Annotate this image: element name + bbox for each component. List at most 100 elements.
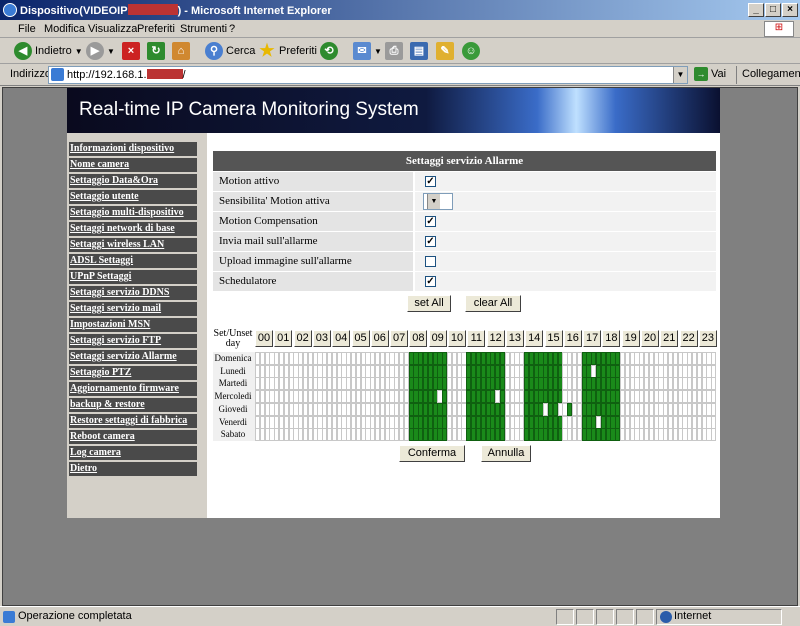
settings-row: Motion attivo ✓ <box>213 172 716 192</box>
hour-button[interactable]: 15 <box>544 330 563 347</box>
sensitivity-select[interactable]: 7▼ <box>423 193 453 210</box>
nav-item[interactable]: Log camera <box>69 446 197 460</box>
nav-item[interactable]: Settaggio Data&Ora <box>69 174 197 188</box>
nav-item[interactable]: Settaggi servizio Allarme <box>69 350 197 364</box>
hour-button[interactable]: 12 <box>486 330 505 347</box>
home-button[interactable]: ⌂ <box>172 41 190 61</box>
nav-item[interactable]: Impostazioni MSN <box>69 318 197 332</box>
hour-button[interactable]: 20 <box>641 330 659 347</box>
refresh-button[interactable]: ↻ <box>147 41 165 61</box>
hour-button[interactable]: 18 <box>602 330 621 347</box>
nav-item[interactable]: Settaggi wireless LAN <box>69 238 197 252</box>
settings-checkbox[interactable] <box>425 256 436 267</box>
nav-item[interactable]: Informazioni dispositivo <box>69 142 197 156</box>
day-label[interactable]: Venerdi <box>213 416 253 428</box>
maximize-button[interactable]: □ <box>765 3 781 17</box>
address-dropdown-icon[interactable]: ▼ <box>673 67 687 83</box>
mail-button[interactable]: ✉ ▼ <box>353 41 382 61</box>
schedule-cell[interactable] <box>711 390 717 404</box>
day-label[interactable]: Giovedi <box>213 403 253 415</box>
nav-item[interactable]: Nome camera <box>69 158 197 172</box>
forward-button[interactable]: ▶ ▼ <box>86 41 115 61</box>
history-button[interactable]: ⟲ <box>320 41 338 61</box>
nav-item[interactable]: UPnP Settaggi <box>69 270 197 284</box>
hour-button[interactable]: 16 <box>563 330 582 347</box>
day-label[interactable]: Lunedi <box>213 365 253 377</box>
hour-button[interactable]: 03 <box>312 330 331 347</box>
hour-button[interactable]: 13 <box>505 330 524 347</box>
hour-button[interactable]: 19 <box>621 330 640 347</box>
hour-button[interactable]: 02 <box>293 330 312 347</box>
hour-button[interactable]: 22 <box>679 330 698 347</box>
hour-button[interactable]: 08 <box>409 330 428 347</box>
nav-item[interactable]: Settaggio utente <box>69 190 197 204</box>
address-input[interactable]: http://192.168.1. / ▼ <box>48 66 688 84</box>
nav-item[interactable]: Settaggi servizio mail <box>69 302 197 316</box>
go-button[interactable]: → Vai <box>694 67 726 81</box>
hour-button[interactable]: 09 <box>428 330 447 347</box>
hour-button[interactable]: 14 <box>525 330 544 347</box>
messenger-icon: ☺ <box>462 42 480 60</box>
hour-button[interactable]: 06 <box>370 330 389 347</box>
hour-button[interactable]: 11 <box>467 330 486 347</box>
settings-checkbox[interactable]: ✓ <box>425 236 436 247</box>
nav-item[interactable]: Reboot camera <box>69 430 197 444</box>
menu-file[interactable]: File <box>18 23 36 35</box>
day-label[interactable]: Mercoledi <box>213 390 253 402</box>
schedule-cell[interactable] <box>711 402 717 416</box>
day-label[interactable]: Domenica <box>213 352 253 364</box>
hour-button[interactable]: 07 <box>390 330 409 347</box>
nav-item[interactable]: Settaggio multi-dispositivo <box>69 206 197 220</box>
hour-button[interactable]: 04 <box>332 330 351 347</box>
print-button[interactable]: ⎙ <box>385 41 403 61</box>
hour-button[interactable]: 10 <box>448 330 466 347</box>
nav-item[interactable]: ADSL Settaggi <box>69 254 197 268</box>
close-button[interactable]: × <box>782 3 798 17</box>
back-button[interactable]: ◀ Indietro ▼ <box>14 41 83 61</box>
edit-button[interactable]: ▤ <box>410 41 428 61</box>
favorites-button[interactable]: ★ Preferiti <box>258 41 317 61</box>
set-all-button[interactable]: set All <box>407 295 451 312</box>
hour-button[interactable]: 01 <box>274 330 293 347</box>
settings-checkbox[interactable]: ✓ <box>425 176 436 187</box>
nav-item[interactable]: Settaggi servizio DDNS <box>69 286 197 300</box>
menu-modifica[interactable]: Modifica <box>44 23 85 35</box>
search-button[interactable]: ⚲ Cerca <box>205 41 255 61</box>
menu-visualizza[interactable]: Visualizza <box>88 23 137 35</box>
menu-strumenti[interactable]: Strumenti <box>180 23 227 35</box>
nav-item[interactable]: Settaggi network di base <box>69 222 197 236</box>
nav-item[interactable]: Aggiornamento firmware <box>69 382 197 396</box>
minimize-button[interactable]: _ <box>748 3 764 17</box>
redacted-block <box>146 69 183 79</box>
schedule-cell[interactable] <box>711 364 717 378</box>
messenger-button[interactable]: ☺ <box>462 41 480 61</box>
nav-item[interactable]: Restore settaggi di fabbrica <box>69 414 197 428</box>
hour-button[interactable]: 17 <box>583 330 602 347</box>
schedule-cell[interactable] <box>711 415 717 429</box>
hour-button[interactable]: 21 <box>660 330 679 347</box>
clear-all-button[interactable]: clear All <box>465 295 521 312</box>
cancel-button[interactable]: Annulla <box>481 445 531 462</box>
hour-button[interactable]: 23 <box>698 330 717 347</box>
menu-preferiti[interactable]: Preferiti <box>137 23 175 35</box>
menu-help[interactable]: ? <box>229 23 235 35</box>
nav-item[interactable]: backup & restore <box>69 398 197 412</box>
day-label[interactable]: Sabato <box>213 428 253 440</box>
go-arrow-icon: → <box>694 67 708 81</box>
schedule-header: Set/Unset day 00 01 02 03 04 05 06 07 08 09 10 11 12 1… <box>213 328 717 350</box>
day-label[interactable]: Martedi <box>213 377 253 389</box>
settings-checkbox[interactable]: ✓ <box>425 216 436 227</box>
discuss-button[interactable]: ✎ <box>436 41 454 61</box>
stop-button[interactable]: × <box>122 41 140 61</box>
nav-item[interactable]: Settaggi servizio FTP <box>69 334 197 348</box>
schedule-cell[interactable] <box>711 428 717 442</box>
schedule-cell[interactable] <box>711 352 717 366</box>
confirm-button[interactable]: Conferma <box>399 445 465 462</box>
nav-item[interactable]: Settaggio PTZ <box>69 366 197 380</box>
links-label[interactable]: Collegamenti <box>742 68 800 80</box>
schedule-cell[interactable] <box>711 377 717 391</box>
settings-checkbox[interactable]: ✓ <box>425 276 436 287</box>
hour-button[interactable]: 00 <box>255 330 273 347</box>
nav-item[interactable]: Dietro <box>69 462 197 476</box>
hour-button[interactable]: 05 <box>351 330 370 347</box>
